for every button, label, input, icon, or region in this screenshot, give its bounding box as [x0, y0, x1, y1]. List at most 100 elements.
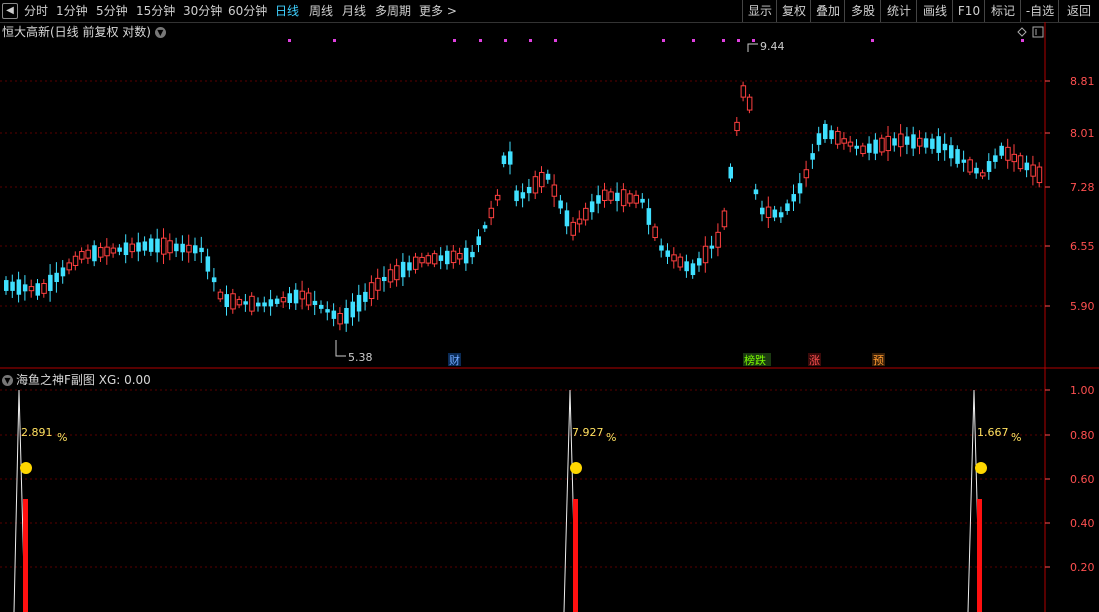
candle-body	[867, 143, 872, 153]
candle-body	[161, 237, 167, 255]
chart-canvas[interactable]: 8.81 8.01 7.28 6.55 5.90 9.44 5.38 财 榜跌 …	[0, 0, 1099, 612]
candle-body	[646, 208, 652, 225]
candle-body	[860, 145, 866, 155]
candle-body	[155, 238, 160, 253]
candle-body	[791, 194, 796, 202]
event-marker-bangdie[interactable]: 榜跌	[744, 353, 766, 367]
signal-unit: %	[57, 431, 67, 444]
candle-body	[457, 252, 463, 260]
candle-body	[136, 242, 141, 252]
diamond-icon[interactable]	[1017, 27, 1027, 37]
low-price-label: 5.38	[348, 351, 373, 364]
candle-body	[514, 190, 519, 202]
candle-body	[633, 194, 639, 204]
candle-body	[167, 240, 173, 254]
candle-body	[350, 301, 355, 318]
y-tick-label: 0.40	[1070, 517, 1095, 530]
candle-body	[10, 281, 15, 291]
y-tick-label: 6.55	[1070, 240, 1095, 253]
chevron-down-icon[interactable]: ▼	[2, 375, 13, 386]
low-pointer	[335, 340, 346, 357]
candle-body	[684, 261, 689, 272]
candle-body	[785, 203, 790, 211]
candle-body	[387, 269, 394, 283]
candle-body	[1017, 155, 1024, 170]
candle-body	[193, 245, 198, 254]
candle-body	[98, 247, 104, 258]
candle-body	[117, 247, 122, 252]
candle-body	[772, 209, 778, 218]
candle-body	[211, 277, 217, 283]
sub-chart-title[interactable]: ▼ 海鱼之神F副图 XG: 0.00	[2, 371, 151, 388]
candle-body	[256, 302, 261, 307]
candle-body	[337, 312, 343, 325]
candle-body	[942, 143, 948, 151]
candle-body	[186, 244, 192, 253]
candle-body	[955, 149, 960, 164]
candle-body	[476, 236, 481, 246]
candle-body	[911, 134, 916, 149]
candle-body	[1024, 162, 1030, 171]
candle-body	[1005, 146, 1011, 161]
high-price-label: 9.44	[760, 40, 785, 53]
candle-body	[243, 301, 248, 305]
y-tick-label: 8.01	[1070, 127, 1095, 140]
candle-body	[620, 189, 627, 207]
y-tick-label: 0.80	[1070, 429, 1095, 442]
event-marker-cai[interactable]: 财	[449, 353, 460, 367]
candle-body	[526, 186, 532, 194]
candle-body	[961, 159, 967, 163]
candle-body	[400, 261, 406, 278]
signal-pct: 2.891	[21, 426, 53, 439]
event-marker-yu[interactable]: 预	[873, 354, 884, 367]
candle-body	[602, 189, 608, 202]
candle-body	[823, 123, 828, 140]
smiley-icon	[570, 462, 582, 474]
candlestick-series	[4, 81, 1043, 332]
candle-body	[463, 247, 469, 264]
candle-body	[627, 193, 633, 204]
candle-body	[923, 138, 929, 148]
candle-body	[615, 192, 620, 202]
event-marker-zhang[interactable]: 涨	[809, 354, 820, 367]
candle-body	[488, 207, 495, 219]
candle-body	[4, 280, 9, 291]
candle-body	[734, 121, 740, 132]
smiley-icon	[20, 462, 32, 474]
candle-body	[54, 272, 59, 283]
candle-body	[570, 221, 576, 236]
candle-body	[596, 195, 601, 204]
high-pointer	[747, 43, 758, 52]
candle-body	[1030, 164, 1036, 177]
y-tick-label: 5.90	[1070, 300, 1095, 313]
candle-body	[520, 192, 526, 199]
candle-body	[564, 210, 570, 227]
candle-body	[394, 265, 400, 281]
candle-body	[702, 245, 709, 264]
candle-body	[760, 207, 765, 215]
candle-body	[810, 153, 815, 160]
candle-body	[532, 176, 539, 194]
candle-body	[949, 145, 954, 159]
candle-body	[249, 295, 255, 312]
smiley-icon	[975, 462, 987, 474]
signal-3: 1.667 %	[967, 389, 1021, 612]
candle-body	[48, 274, 53, 291]
candle-body	[508, 151, 513, 165]
candle-body	[930, 138, 935, 149]
candle-body	[898, 133, 904, 148]
candle-body	[974, 167, 979, 174]
candle-body	[936, 136, 941, 153]
window-toggle-icon[interactable]	[1032, 26, 1044, 38]
candle-body	[305, 292, 312, 306]
candle-body	[545, 173, 551, 180]
candle-body	[835, 130, 841, 145]
candle-body	[319, 304, 324, 309]
candle-body	[382, 276, 387, 282]
signal-unit: %	[1011, 431, 1021, 444]
candle-body	[224, 294, 229, 308]
signal-bar	[573, 499, 578, 612]
candle-body	[110, 247, 117, 254]
candle-body	[608, 191, 614, 201]
sub-y-axis: 1.00 0.80 0.60 0.40 0.20	[1045, 384, 1095, 574]
